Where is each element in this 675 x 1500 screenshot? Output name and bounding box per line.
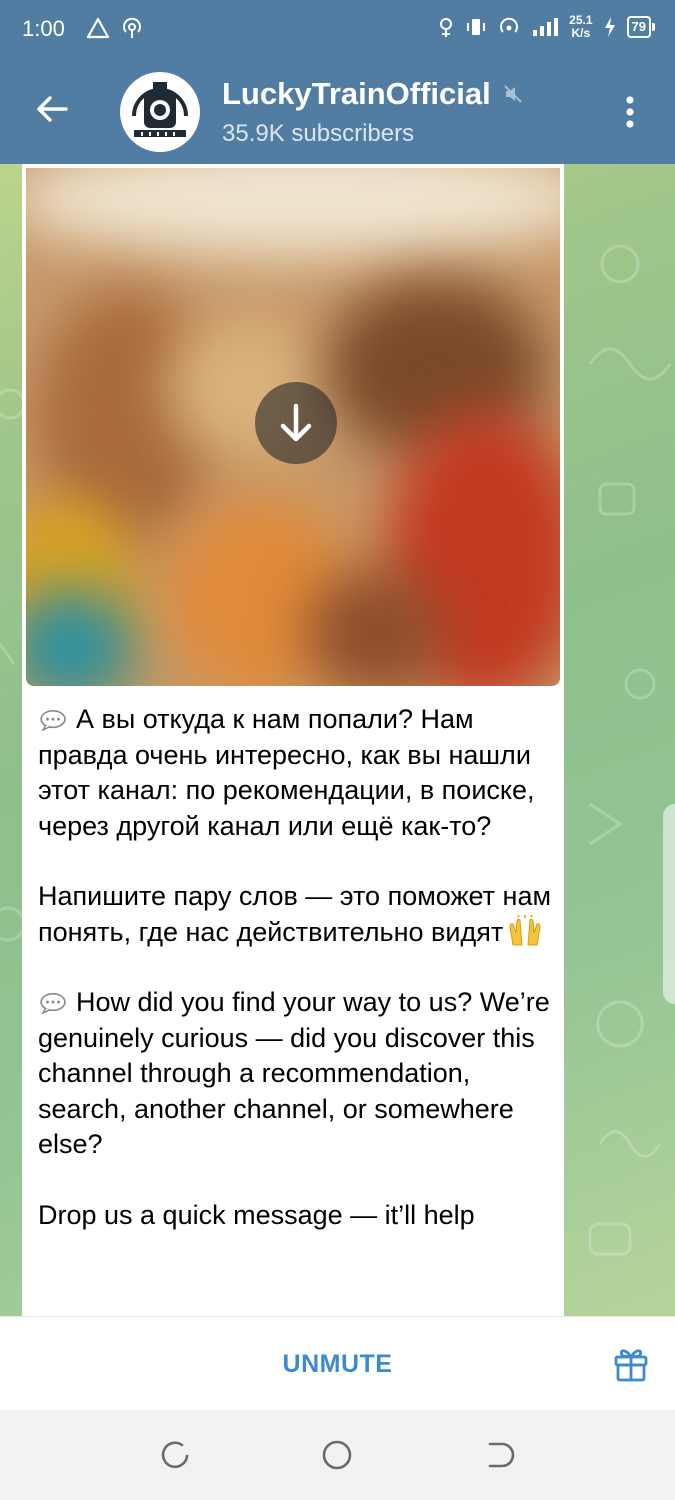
warning-triangle-icon — [86, 17, 110, 39]
channel-avatar[interactable] — [120, 72, 200, 152]
chat-background: А вы откуда к нам попали? Нам правда оче… — [0, 164, 675, 1316]
chat-header: LuckyTrainOfficial 35.9K subscribers — [0, 62, 675, 164]
system-nav-bar — [0, 1410, 675, 1500]
bottom-action-bar: UNMUTE — [0, 1316, 675, 1411]
recents-nav-icon[interactable] — [158, 1438, 192, 1472]
channel-name: LuckyTrainOfficial — [222, 76, 491, 111]
wifi-calling-icon — [500, 17, 519, 33]
status-right-icons: 25.1 K/s 79 — [437, 13, 656, 40]
back-nav-icon[interactable] — [482, 1438, 516, 1472]
more-options-icon[interactable] — [615, 92, 645, 132]
gift-icon[interactable] — [613, 1345, 649, 1383]
message-paragraph-en-2: Drop us a quick message — it’ll help — [38, 1199, 475, 1230]
location-icon — [440, 18, 453, 37]
message-paragraph-ru-1: А вы откуда к нам попали? Нам правда оче… — [38, 704, 535, 841]
download-arrow-icon — [280, 403, 312, 442]
subscriber-count: 35.9K subscribers — [222, 120, 415, 147]
message-paragraph-en-1: How did you find your way to us? We’re g… — [38, 987, 550, 1159]
side-scroll-handle[interactable] — [663, 804, 675, 1004]
home-nav-icon[interactable] — [320, 1438, 354, 1472]
hotspot-icon — [123, 17, 142, 38]
message-bubble[interactable]: А вы откуда к нам попали? Нам правда оче… — [22, 164, 564, 1316]
unmute-button[interactable]: UNMUTE — [0, 1350, 675, 1379]
message-text: А вы откуда к нам попали? Нам правда оче… — [38, 702, 558, 1233]
muted-speaker-icon — [504, 85, 522, 103]
back-arrow-icon[interactable] — [30, 87, 74, 131]
network-speed: 25.1 K/s — [569, 13, 593, 40]
raising-hands-emoji — [509, 914, 541, 945]
signal-icon — [533, 18, 559, 36]
channel-title[interactable]: LuckyTrainOfficial — [222, 76, 523, 112]
download-button[interactable] — [255, 382, 337, 464]
message-paragraph-ru-2: Напишите пару слов — это поможет нам пон… — [38, 881, 552, 947]
status-time: 1:00 — [22, 16, 65, 41]
status-left-icons — [86, 16, 144, 42]
speech-balloon-icon — [40, 710, 66, 731]
vibrate-icon — [467, 19, 486, 35]
charging-icon — [604, 17, 615, 37]
battery-indicator: 79 — [626, 16, 656, 38]
blurred-media-preview[interactable] — [26, 168, 560, 686]
status-bar: 1:00 25.1 K/s 79 — [0, 0, 675, 62]
train-logo-icon — [124, 76, 196, 148]
speech-balloon-icon — [40, 993, 66, 1014]
